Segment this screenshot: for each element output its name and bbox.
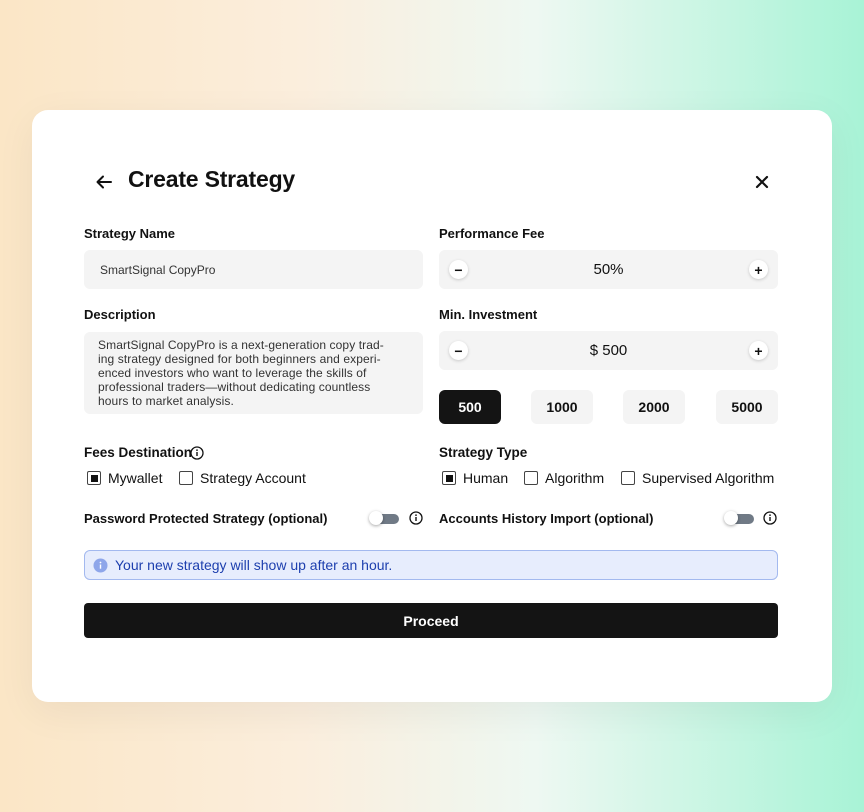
notice-text: Your new strategy will show up after an … — [115, 557, 393, 573]
description-line: enced investors who want to leverage the… — [98, 366, 367, 380]
mywallet-checkbox[interactable] — [87, 471, 101, 485]
close-icon[interactable] — [752, 172, 772, 192]
human-label: Human — [463, 470, 509, 486]
password-protected-toggle[interactable] — [369, 510, 401, 526]
description-textarea[interactable]: SmartSignal CopyPro is a next-generation… — [84, 332, 423, 414]
description-line: SmartSignal CopyPro is a next-generation… — [98, 338, 384, 352]
strategy-type-human-option[interactable]: Human — [442, 470, 508, 486]
history-import-toggle[interactable] — [724, 510, 756, 526]
performance-fee-decrease-button[interactable]: − — [449, 260, 468, 279]
strategy-account-checkbox[interactable] — [179, 471, 193, 485]
proceed-button[interactable]: Proceed — [84, 603, 778, 638]
description-line: hours to market analysis. — [98, 394, 234, 408]
password-protected-label: Password Protected Strategy (optional) — [84, 511, 328, 526]
info-notice: Your new strategy will show up after an … — [84, 550, 778, 580]
performance-fee-label: Performance Fee — [439, 226, 545, 241]
fees-destination-info-icon[interactable] — [190, 446, 204, 460]
supervised-algorithm-checkbox[interactable] — [621, 471, 635, 485]
min-investment-stepper: $ 500 − + — [439, 331, 778, 370]
preset-5000-button[interactable]: 5000 — [716, 390, 778, 424]
description-line: professional traders—without dedicating … — [98, 380, 371, 394]
performance-fee-stepper: 50% − + — [439, 250, 778, 289]
min-investment-value[interactable]: $ 500 — [439, 331, 778, 370]
strategy-type-supervised-algorithm-option[interactable]: Supervised Algorithm — [621, 470, 774, 486]
fees-destination-mywallet-option[interactable]: Mywallet — [87, 470, 162, 486]
algorithm-checkbox[interactable] — [524, 471, 538, 485]
fees-destination-strategy-account-option[interactable]: Strategy Account — [179, 470, 306, 486]
preset-500-button[interactable]: 500 — [439, 390, 501, 424]
strategy-name-input[interactable] — [84, 250, 423, 289]
performance-fee-increase-button[interactable]: + — [749, 260, 768, 279]
strategy-type-label: Strategy Type — [439, 445, 528, 460]
history-import-info-icon[interactable] — [763, 511, 777, 525]
algorithm-label: Algorithm — [545, 470, 605, 486]
min-investment-label: Min. Investment — [439, 307, 538, 322]
preset-2000-button[interactable]: 2000 — [623, 390, 685, 424]
strategy-account-label: Strategy Account — [200, 470, 306, 486]
password-protected-info-icon[interactable] — [409, 511, 423, 525]
min-investment-increase-button[interactable]: + — [749, 341, 768, 360]
create-strategy-card: Create Strategy Strategy Name Performanc… — [32, 110, 832, 702]
preset-1000-button[interactable]: 1000 — [531, 390, 593, 424]
min-investment-decrease-button[interactable]: − — [449, 341, 468, 360]
human-checkbox[interactable] — [442, 471, 456, 485]
back-arrow-icon[interactable] — [94, 172, 114, 192]
strategy-type-algorithm-option[interactable]: Algorithm — [524, 470, 604, 486]
page-title: Create Strategy — [128, 166, 296, 192]
description-line: ing strategy designed for both beginners… — [98, 352, 381, 366]
strategy-name-label: Strategy Name — [84, 226, 176, 241]
strategy-name-field — [84, 250, 423, 289]
history-import-label: Accounts History Import (optional) — [439, 511, 654, 526]
mywallet-label: Mywallet — [108, 470, 163, 486]
performance-fee-value[interactable]: 50% — [439, 250, 778, 289]
notice-info-icon — [93, 558, 108, 572]
supervised-algorithm-label: Supervised Algorithm — [642, 470, 775, 486]
description-label: Description — [84, 307, 156, 322]
fees-destination-label: Fees Destination — [84, 445, 193, 460]
